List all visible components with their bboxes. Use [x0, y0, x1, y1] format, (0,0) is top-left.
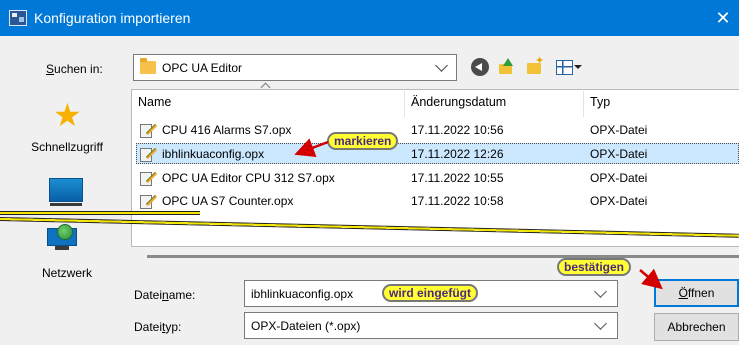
- places-bar: ★ Schnellzugriff Netzwerk: [5, 90, 129, 345]
- cancel-button[interactable]: Abbrechen: [654, 313, 739, 341]
- filename-label: Dateiname:: [134, 288, 196, 302]
- file-row[interactable]: CPU 416 Alarms S7.opx 17.11.2022 10:56 O…: [137, 120, 739, 141]
- opx-file-icon: [140, 171, 158, 186]
- opx-file-icon: [140, 194, 158, 209]
- lookin-label: Suchen in:: [46, 62, 103, 76]
- window-title: Konfiguration importieren: [34, 10, 191, 26]
- view-menu-icon[interactable]: [556, 58, 582, 76]
- lookin-value: OPC UA Editor: [162, 61, 243, 75]
- close-button[interactable]: ✕: [711, 6, 735, 30]
- file-row[interactable]: OPC UA S7 Counter.opx 17.11.2022 10:58 O…: [137, 191, 739, 212]
- app-icon: [9, 10, 27, 26]
- chevron-down-icon[interactable]: [594, 285, 607, 298]
- chevron-down-icon: [435, 59, 448, 72]
- file-row-selected[interactable]: ibhlinkuaconfig.opx 17.11.2022 12:26 OPX…: [136, 143, 739, 164]
- column-divider[interactable]: [583, 91, 584, 117]
- file-row[interactable]: OPC UA Editor CPU 312 S7.opx 17.11.2022 …: [137, 168, 739, 189]
- star-icon[interactable]: ★: [53, 99, 83, 131]
- column-header-type[interactable]: Typ: [590, 95, 610, 115]
- folder-icon: [140, 58, 156, 74]
- place-quick-access[interactable]: Schnellzugriff: [5, 140, 129, 154]
- horizontal-scrollbar[interactable]: [147, 255, 739, 258]
- column-divider[interactable]: [404, 91, 405, 117]
- cut-line-annotation: [0, 212, 200, 214]
- callout-confirm: bestätigen: [557, 258, 632, 276]
- filetype-value: OPX-Dateien (*.opx): [251, 319, 361, 333]
- network-icon[interactable]: [47, 224, 77, 250]
- opx-file-icon: [140, 123, 158, 138]
- place-network[interactable]: Netzwerk: [5, 266, 129, 280]
- opx-file-icon: [140, 147, 158, 162]
- desktop-icon[interactable]: [49, 178, 83, 206]
- filetype-label: Dateityp:: [134, 320, 182, 334]
- new-folder-icon[interactable]: [526, 54, 544, 76]
- open-button[interactable]: Öffnen: [654, 279, 739, 307]
- callout-mark: markieren: [327, 132, 399, 150]
- callout-inserted: wird eingefügt: [382, 284, 478, 302]
- title-bar: Konfiguration importieren ✕: [0, 0, 739, 36]
- filename-value: ibhlinkuaconfig.opx: [251, 287, 354, 301]
- filetype-dropdown[interactable]: OPX-Dateien (*.opx): [244, 312, 618, 339]
- up-folder-icon[interactable]: [497, 58, 515, 76]
- column-header-name[interactable]: Name: [138, 95, 171, 115]
- lookin-dropdown[interactable]: OPC UA Editor: [133, 54, 457, 81]
- chevron-down-icon: [594, 317, 607, 330]
- back-icon[interactable]: [471, 58, 489, 76]
- column-header-date[interactable]: Änderungsdatum: [411, 95, 506, 115]
